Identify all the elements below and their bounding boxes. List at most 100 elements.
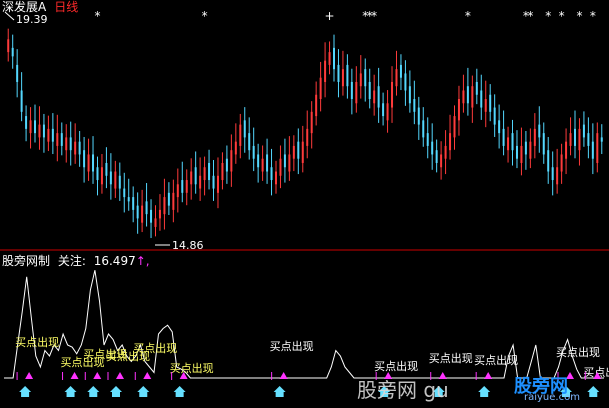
chart-title: 深发展A 日线 [2, 0, 78, 14]
candle-body [56, 133, 59, 146]
candle [493, 94, 496, 137]
candle-body [261, 158, 264, 172]
candle-body [328, 52, 331, 65]
candle [426, 117, 429, 159]
top-marker: * [202, 9, 208, 23]
candle-body [395, 69, 398, 87]
top-marker: * [590, 9, 596, 23]
candle [533, 113, 536, 159]
candle-body [225, 158, 228, 172]
candle [283, 138, 286, 183]
candle [324, 42, 327, 98]
buy-signal-label: 买点出现 [556, 345, 600, 359]
candle-body [333, 47, 336, 70]
candle-body [355, 81, 358, 104]
buy-signal-triangle [484, 372, 493, 379]
candle-body [449, 133, 452, 151]
candle [386, 90, 389, 133]
candle [16, 49, 19, 98]
house-icon-body [89, 392, 98, 397]
candle-body [556, 167, 559, 185]
candle [538, 106, 541, 153]
candle [60, 122, 63, 156]
candle-body [368, 81, 371, 100]
candle [341, 50, 344, 96]
buy-signal-label: 买点出现 [429, 351, 473, 365]
candle [591, 123, 594, 175]
top-marker: * [465, 9, 471, 23]
candle [243, 107, 246, 153]
top-marker: * [559, 9, 565, 23]
candle [181, 161, 184, 203]
house-icon-body [66, 392, 75, 397]
top-marker: * [371, 9, 377, 23]
house-icon-body [480, 392, 489, 397]
candle [194, 151, 197, 194]
candle-body [234, 141, 237, 155]
buy-signal-triangle [143, 372, 152, 379]
candle-body [11, 47, 14, 57]
candle-body [565, 141, 568, 159]
house-icon-roof [478, 386, 491, 392]
candle [266, 138, 269, 184]
candle-body [288, 154, 291, 172]
candle [395, 50, 398, 96]
candle-body [136, 205, 139, 219]
candle [524, 131, 527, 170]
candle-body [194, 167, 197, 185]
candle [480, 74, 483, 120]
candle-body [172, 192, 175, 210]
candle [373, 74, 376, 116]
candle-body [426, 133, 429, 146]
focus-label: 关注: [57, 254, 86, 268]
candle [417, 96, 420, 140]
candle [136, 192, 139, 234]
candle [141, 189, 144, 233]
candle [87, 138, 90, 181]
candle-body [7, 39, 10, 53]
candle-body [96, 167, 99, 181]
high-label: 19.39 [16, 13, 48, 26]
candle-body [60, 133, 63, 146]
candle [114, 160, 117, 198]
candle-body [301, 141, 304, 163]
candle-body [373, 90, 376, 104]
house-icon-roof [587, 386, 600, 392]
candle [292, 135, 295, 172]
candle [29, 107, 32, 149]
candle-body [346, 64, 349, 87]
candle [350, 68, 353, 115]
candle [337, 49, 340, 98]
buy-signal-label: 买点出现 [170, 361, 214, 375]
candle-body [154, 218, 157, 227]
candle-body [404, 73, 407, 91]
candle-body [243, 120, 246, 138]
candle-body [440, 154, 443, 168]
candle-body [507, 137, 510, 151]
candle [462, 74, 465, 113]
candle [484, 80, 487, 128]
candle [65, 124, 68, 163]
candle-body [114, 171, 117, 189]
candle [565, 128, 568, 175]
candle [288, 136, 291, 181]
candle-body [489, 94, 492, 112]
candle-body [176, 184, 179, 198]
candle [252, 127, 255, 172]
candle-body [515, 145, 518, 159]
chart-canvas: * * + *** * ** * * * * 19.39 14.86 买点出现买点出现买点出现买点… [0, 9, 609, 397]
candle-body [29, 120, 32, 134]
candle [270, 148, 273, 196]
candle [20, 72, 23, 122]
candle [74, 123, 77, 164]
house-icon-body [21, 392, 30, 397]
top-marker: * [545, 9, 551, 23]
candle-body [92, 154, 95, 172]
candle-body [350, 81, 353, 100]
candle-body [78, 141, 81, 155]
candle [444, 130, 447, 175]
house-icon-roof [173, 386, 186, 392]
candle [587, 117, 590, 159]
buy-signal-label: 买点出现 [133, 341, 177, 355]
candle [368, 68, 371, 109]
